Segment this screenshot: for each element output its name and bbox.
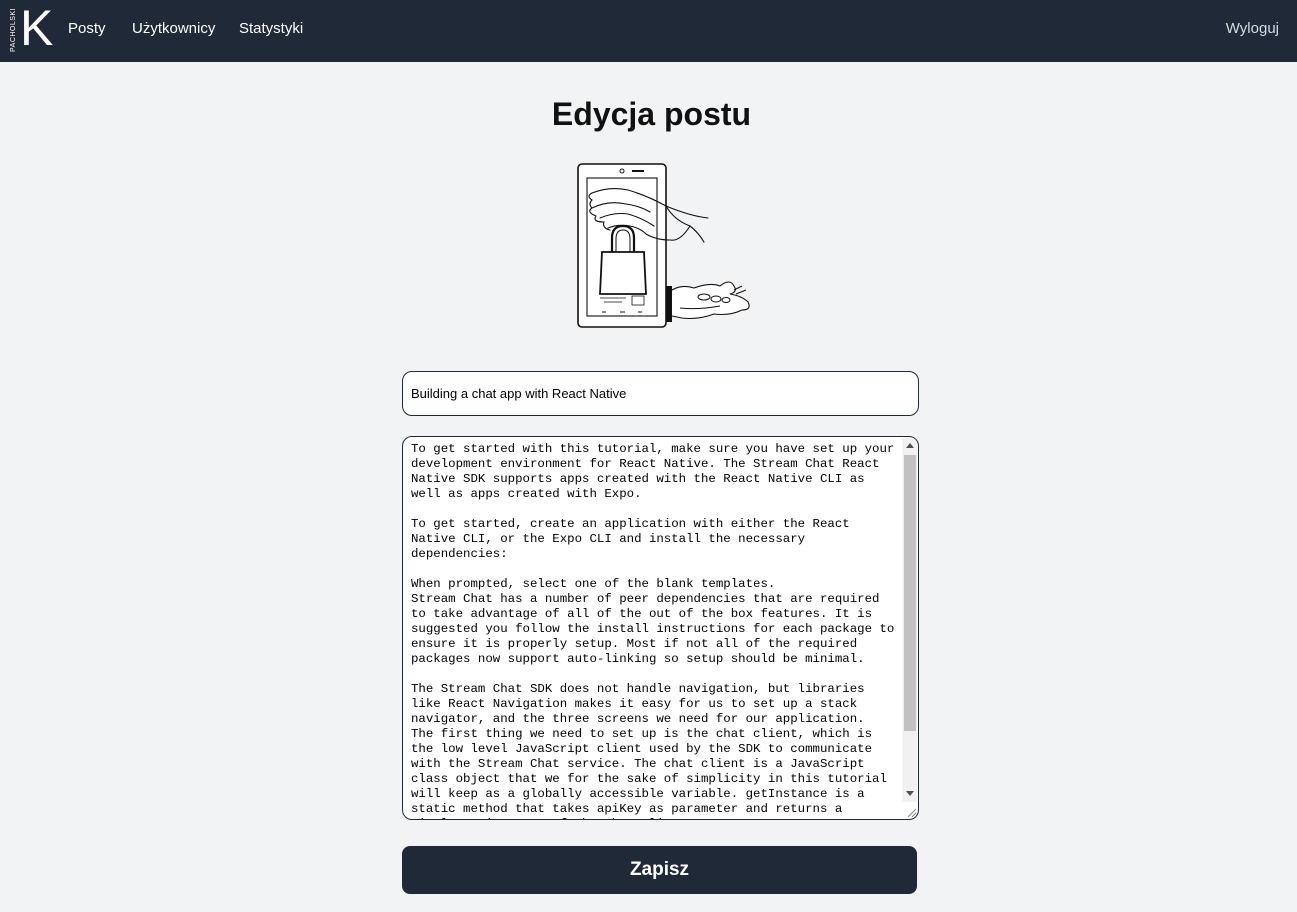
nav-link-posts[interactable]: Posty bbox=[68, 20, 106, 37]
top-navbar: PACHOLSKI K Posty Użytkownicy Statystyki… bbox=[0, 0, 1297, 62]
logo-small-text: PACHOLSKI bbox=[10, 7, 17, 52]
content-scrollbar[interactable] bbox=[902, 438, 917, 802]
logout-link[interactable]: Wyloguj bbox=[1226, 20, 1279, 37]
post-content-text: To get started with this tutorial, make … bbox=[411, 442, 895, 819]
scroll-up-arrow-icon[interactable] bbox=[906, 443, 914, 448]
page-title: Edycja postu bbox=[551, 96, 752, 132]
brand-logo[interactable]: PACHOLSKI K bbox=[10, 2, 54, 54]
nav-link-statistics[interactable]: Statystyki bbox=[239, 20, 303, 37]
logo-letter: K bbox=[20, 0, 54, 56]
scroll-down-arrow-icon[interactable] bbox=[906, 791, 914, 796]
phone-lock-illustration bbox=[577, 163, 750, 328]
save-button[interactable]: Zapisz bbox=[402, 846, 917, 894]
resize-handle-icon[interactable] bbox=[906, 807, 916, 817]
scrollbar-thumb[interactable] bbox=[904, 455, 916, 731]
post-title-input[interactable] bbox=[402, 371, 919, 416]
post-content-textarea[interactable]: To get started with this tutorial, make … bbox=[402, 436, 919, 820]
nav-link-users[interactable]: Użytkownicy bbox=[132, 20, 215, 37]
